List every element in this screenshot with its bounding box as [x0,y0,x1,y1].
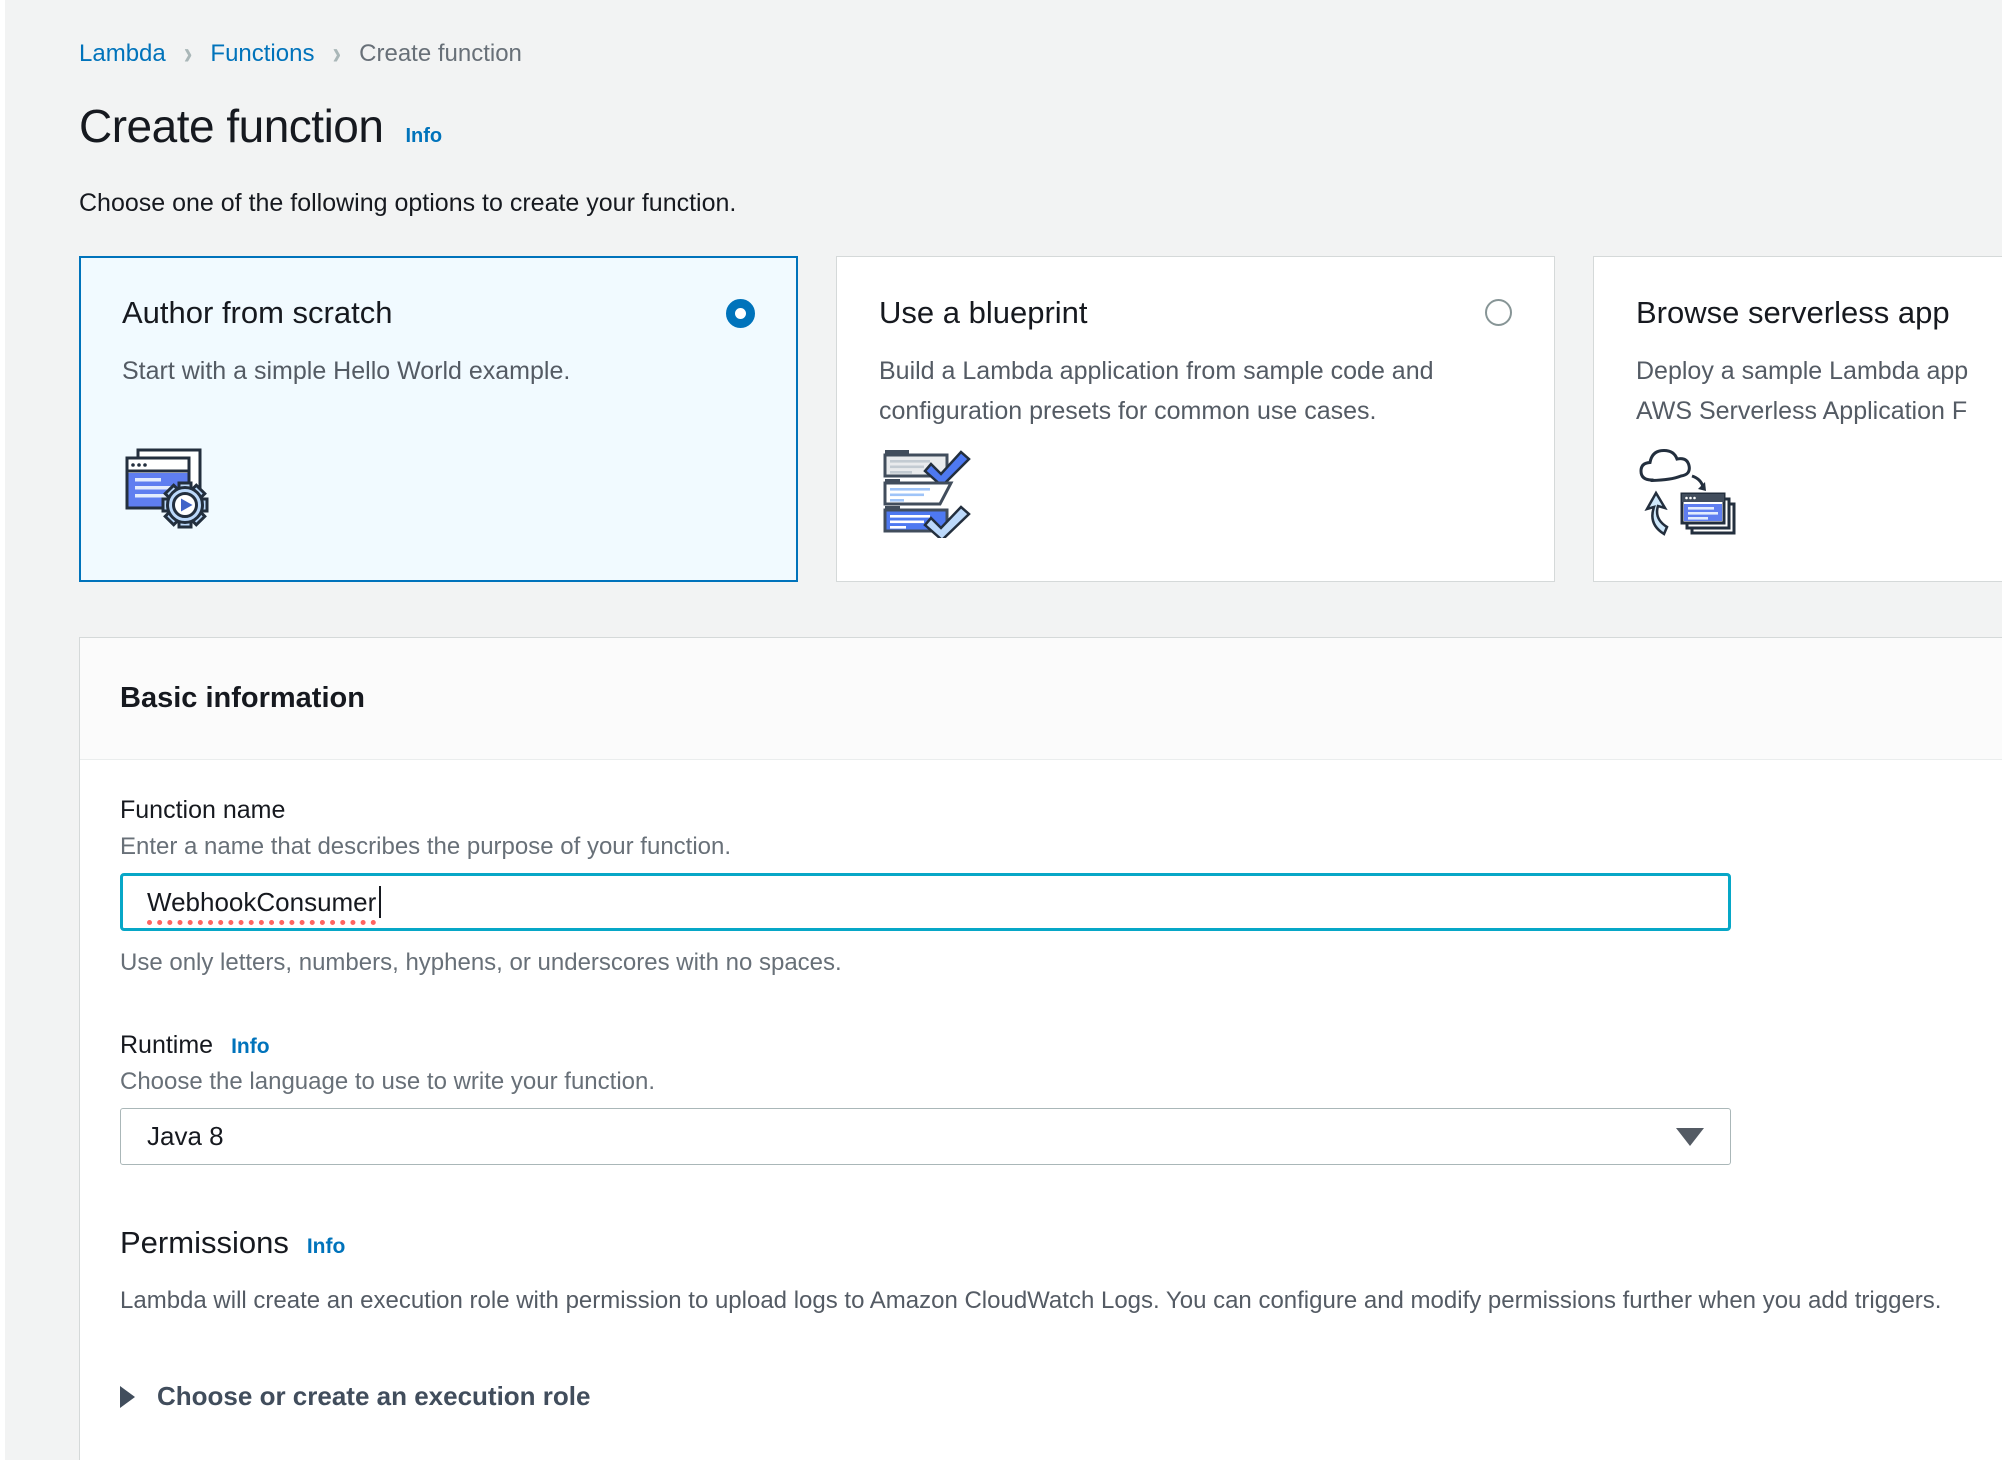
breadcrumb: Lambda › Functions › Create function [79,38,2002,69]
breadcrumb-lambda[interactable]: Lambda [79,40,166,68]
permissions-description: Lambda will create an execution role wit… [120,1287,1969,1315]
function-name-value: WebhookConsumer [147,887,376,918]
page-title-info-link[interactable]: Info [405,125,442,148]
runtime-description: Choose the language to use to write your… [120,1068,1969,1096]
runtime-selected-value: Java 8 [147,1121,224,1152]
section-title: Basic information [120,682,1969,715]
function-name-label: Function name [120,796,1969,825]
author-from-scratch-icon [122,446,755,543]
page-subtitle: Choose one of the following options to c… [79,189,2002,218]
dropdown-arrow-icon [1676,1128,1704,1146]
function-name-field-group: Function name Enter a name that describe… [120,796,1969,977]
create-option-cards: Author from scratch Start with a simple … [79,256,2002,582]
permissions-info-link[interactable]: Info [307,1235,345,1259]
function-name-input[interactable]: WebhookConsumer [120,873,1731,931]
card-description: Deploy a sample Lambda app AWS Serverles… [1636,351,2002,431]
expand-triangle-icon [120,1386,135,1408]
lambda-create-function-page: Lambda › Functions › Create function Cre… [5,0,2002,1460]
text-cursor [379,886,381,918]
runtime-info-link[interactable]: Info [231,1035,269,1059]
chevron-right-icon: › [332,35,341,72]
blueprint-icon [879,446,1512,543]
card-browse-serverless-app-repository[interactable]: Browse serverless app Deploy a sample La… [1593,256,2002,582]
function-name-constraint: Use only letters, numbers, hyphens, or u… [120,949,1969,977]
card-title: Author from scratch [122,295,392,331]
chevron-right-icon: › [184,35,193,72]
radio-selected-icon[interactable] [726,299,755,328]
runtime-field-group: Runtime Info Choose the language to use … [120,1031,1969,1165]
permissions-title: Permissions [120,1225,289,1261]
execution-role-expander-label: Choose or create an execution role [157,1381,590,1412]
basic-information-header: Basic information [80,638,2002,760]
card-use-a-blueprint[interactable]: Use a blueprint Build a Lambda applicati… [836,256,1555,582]
card-title: Use a blueprint [879,295,1088,331]
breadcrumb-functions[interactable]: Functions [210,40,314,68]
runtime-label: Runtime [120,1031,213,1060]
execution-role-expander[interactable]: Choose or create an execution role [120,1381,1969,1412]
card-description: Build a Lambda application from sample c… [879,351,1512,431]
serverless-app-repo-icon [1636,446,2002,543]
page-title: Create function [79,99,383,153]
card-author-from-scratch[interactable]: Author from scratch Start with a simple … [79,256,798,582]
runtime-select[interactable]: Java 8 [120,1108,1731,1165]
function-name-description: Enter a name that describes the purpose … [120,833,1969,861]
basic-information-panel: Basic information Function name Enter a … [79,637,2002,1460]
radio-unselected-icon[interactable] [1485,299,1512,326]
card-description: Start with a simple Hello World example. [122,351,755,391]
card-title: Browse serverless app [1636,295,1950,331]
breadcrumb-create-function: Create function [359,40,522,68]
